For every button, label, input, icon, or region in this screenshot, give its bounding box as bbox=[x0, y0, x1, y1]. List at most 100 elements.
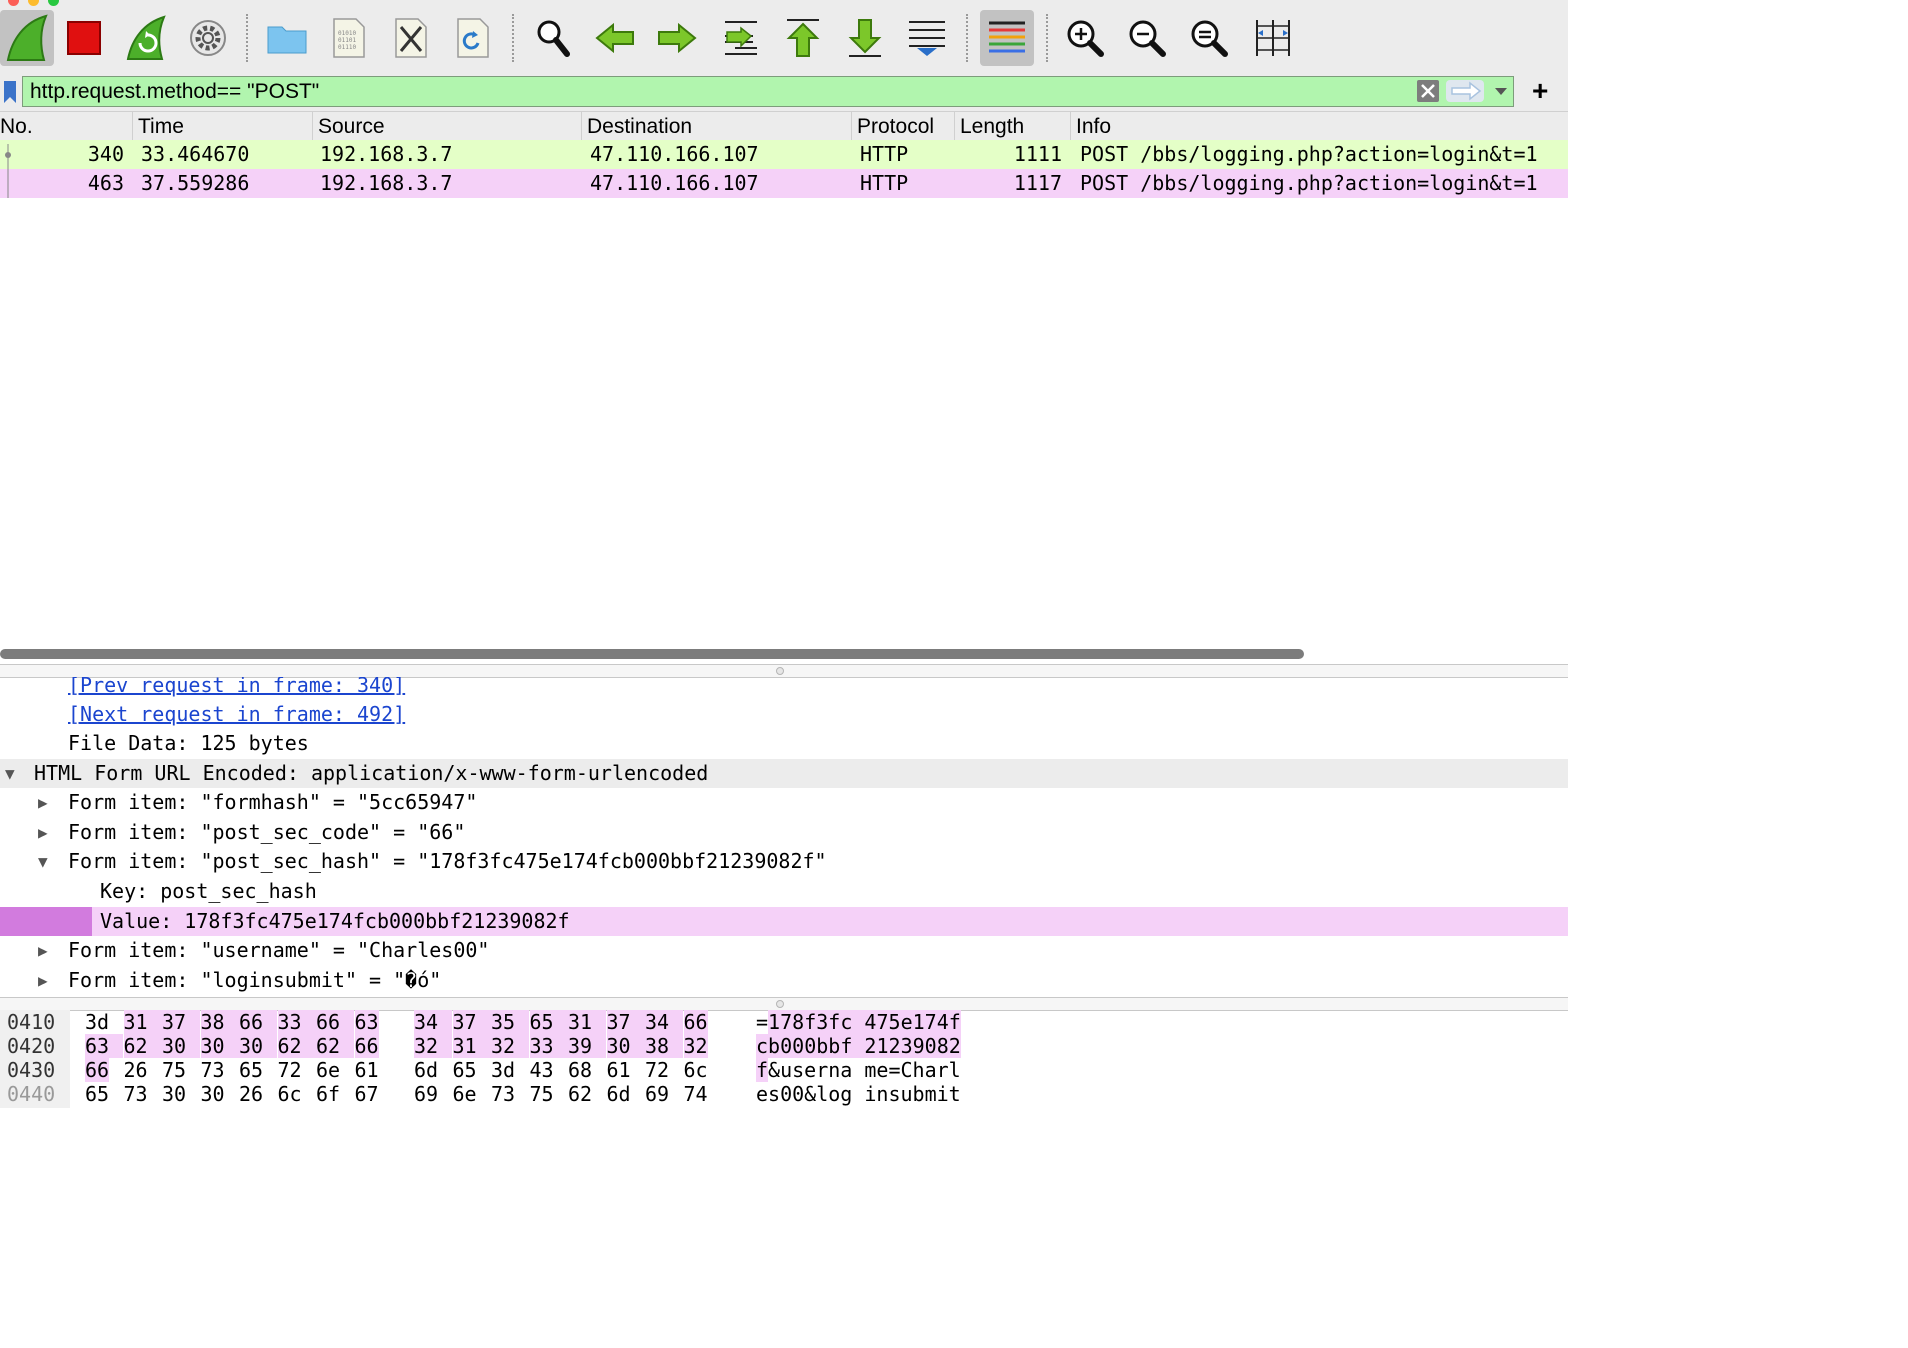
hex-ascii[interactable]: es00&log insubmit bbox=[756, 1082, 961, 1106]
hex-byte[interactable]: 69 bbox=[414, 1082, 438, 1106]
close-file-button[interactable] bbox=[384, 10, 438, 66]
apply-filter-button[interactable] bbox=[1446, 80, 1484, 102]
open-file-button[interactable] bbox=[260, 10, 314, 66]
bookmark-icon[interactable] bbox=[3, 80, 17, 104]
chevron-down-icon[interactable]: ▼ bbox=[5, 759, 15, 788]
hex-row[interactable]: 0410 3d 31 37 38 66 33 66 63 34 37 35 65 31 37 34 66 =178… bbox=[0, 1010, 1568, 1034]
column-header-destination[interactable]: Destination bbox=[581, 112, 851, 141]
detail-key[interactable]: Key: post_sec_hash bbox=[0, 877, 1568, 906]
hex-byte[interactable]: 72 bbox=[278, 1058, 302, 1082]
window-close-dot[interactable] bbox=[8, 0, 19, 6]
column-header-time[interactable]: Time bbox=[132, 112, 312, 141]
hex-byte[interactable]: 30 bbox=[162, 1034, 201, 1058]
hex-byte[interactable]: 31 bbox=[568, 1010, 607, 1034]
colorize-button[interactable] bbox=[980, 10, 1034, 66]
hex-byte[interactable]: 32 bbox=[414, 1034, 453, 1058]
hex-byte[interactable]: 43 bbox=[530, 1058, 554, 1082]
hex-byte[interactable]: 67 bbox=[355, 1082, 379, 1106]
hex-byte[interactable]: 37 bbox=[452, 1010, 491, 1034]
hex-byte[interactable]: 38 bbox=[200, 1010, 239, 1034]
autoscroll-button[interactable] bbox=[900, 10, 954, 66]
hex-byte[interactable]: 75 bbox=[530, 1082, 554, 1106]
hex-row[interactable]: 0440 65 73 30 30 26 6c 6f 67 69 6e 73 75 62 6d 69 74 es00… bbox=[0, 1082, 1568, 1106]
hex-byte[interactable]: 63 bbox=[85, 1034, 124, 1058]
reload-file-button[interactable] bbox=[446, 10, 500, 66]
next-request-link[interactable]: [Next request in frame: 492] bbox=[68, 700, 405, 729]
hex-byte[interactable]: 6c bbox=[684, 1058, 708, 1082]
packet-row[interactable]: 463 37.559286 192.168.3.7 47.110.166.107… bbox=[0, 169, 1568, 198]
hex-byte[interactable]: 37 bbox=[606, 1010, 645, 1034]
hex-byte[interactable]: 34 bbox=[414, 1010, 453, 1034]
go-last-button[interactable] bbox=[838, 10, 892, 66]
hex-byte[interactable]: 66 bbox=[683, 1010, 708, 1034]
zoom-in-button[interactable] bbox=[1058, 10, 1112, 66]
hex-byte[interactable]: 68 bbox=[568, 1058, 592, 1082]
hex-byte[interactable]: 75 bbox=[162, 1058, 186, 1082]
hex-byte[interactable]: 30 bbox=[162, 1082, 186, 1106]
clear-filter-icon[interactable] bbox=[1416, 79, 1440, 103]
hex-byte[interactable]: 62 bbox=[123, 1034, 162, 1058]
hex-byte[interactable]: 63 bbox=[354, 1010, 379, 1034]
column-header-info[interactable]: Info bbox=[1070, 112, 1568, 141]
hex-row[interactable]: 0430 66 26 75 73 65 72 6e 61 6d 65 3d 43 68 61 72 6c f&us… bbox=[0, 1058, 1568, 1082]
hex-byte[interactable]: 6f bbox=[316, 1082, 340, 1106]
resize-columns-button[interactable] bbox=[1246, 10, 1300, 66]
chevron-right-icon[interactable]: ▶ bbox=[38, 936, 48, 965]
hex-byte[interactable]: 65 bbox=[239, 1058, 263, 1082]
pane-splitter[interactable] bbox=[0, 664, 1568, 678]
find-packet-button[interactable] bbox=[526, 10, 580, 66]
column-header-no[interactable]: No. bbox=[0, 112, 132, 141]
zoom-out-button[interactable] bbox=[1120, 10, 1174, 66]
hex-byte[interactable]: 74 bbox=[684, 1082, 708, 1106]
hex-byte[interactable]: 6d bbox=[414, 1058, 438, 1082]
hex-byte[interactable]: 33 bbox=[529, 1034, 568, 1058]
hex-ascii[interactable]: =178f3fc 475e174f bbox=[756, 1010, 961, 1034]
detail-form-item[interactable]: ▼ Form item: "post_sec_hash" = "178f3fc4… bbox=[0, 847, 1568, 876]
hex-byte[interactable]: 6e bbox=[316, 1058, 340, 1082]
hex-byte[interactable]: 6c bbox=[278, 1082, 302, 1106]
hex-byte[interactable]: 30 bbox=[606, 1034, 645, 1058]
hex-byte[interactable]: 73 bbox=[124, 1082, 148, 1106]
hex-byte[interactable]: 66 bbox=[316, 1010, 355, 1034]
filter-history-dropdown-icon[interactable] bbox=[1494, 87, 1508, 97]
column-header-length[interactable]: Length bbox=[954, 112, 1070, 141]
hex-byte[interactable]: 35 bbox=[491, 1010, 530, 1034]
hex-byte[interactable]: 31 bbox=[123, 1010, 162, 1034]
hex-byte[interactable]: 62 bbox=[568, 1082, 592, 1106]
hex-byte[interactable]: 65 bbox=[529, 1010, 568, 1034]
hex-byte[interactable]: 31 bbox=[452, 1034, 491, 1058]
hex-byte[interactable]: 32 bbox=[683, 1034, 708, 1058]
hex-byte[interactable]: 66 bbox=[239, 1010, 278, 1034]
detail-prev-request[interactable]: [Prev request in frame: 340] bbox=[0, 677, 1568, 700]
hex-byte[interactable]: 30 bbox=[200, 1034, 239, 1058]
splitter-handle[interactable] bbox=[776, 1000, 784, 1008]
hex-byte[interactable]: 3d bbox=[491, 1058, 515, 1082]
stop-capture-button[interactable] bbox=[57, 10, 111, 66]
hex-byte[interactable]: 66 bbox=[354, 1034, 379, 1058]
column-header-source[interactable]: Source bbox=[312, 112, 581, 141]
hex-byte[interactable]: 73 bbox=[201, 1058, 225, 1082]
pane-splitter[interactable] bbox=[0, 997, 1568, 1011]
chevron-right-icon[interactable]: ▶ bbox=[38, 818, 48, 847]
prev-request-link[interactable]: [Prev request in frame: 340] bbox=[68, 677, 405, 700]
hex-byte[interactable]: 69 bbox=[645, 1082, 669, 1106]
hex-ascii[interactable]: cb000bbf 21239082 bbox=[756, 1034, 961, 1058]
splitter-handle[interactable] bbox=[776, 667, 784, 675]
hex-byte[interactable]: 26 bbox=[239, 1082, 263, 1106]
hex-byte[interactable]: 30 bbox=[239, 1034, 278, 1058]
hex-byte[interactable]: 6d bbox=[607, 1082, 631, 1106]
hex-ascii[interactable]: f&userna me=Charl bbox=[756, 1058, 961, 1082]
hex-byte[interactable]: 32 bbox=[491, 1034, 530, 1058]
hex-byte[interactable]: 34 bbox=[645, 1010, 684, 1034]
detail-form-item[interactable]: ▶ Form item: "post_sec_code" = "66" bbox=[0, 818, 1568, 847]
hex-byte[interactable]: 65 bbox=[85, 1082, 109, 1106]
hex-byte[interactable]: 66 bbox=[85, 1058, 110, 1082]
hex-byte[interactable]: 37 bbox=[162, 1010, 201, 1034]
detail-form-header[interactable]: ▼ HTML Form URL Encoded: application/x-w… bbox=[0, 759, 1568, 788]
hex-row[interactable]: 0420 63 62 30 30 30 62 62 66 32 31 32 33 39 30 38 32 cb00… bbox=[0, 1034, 1568, 1058]
normal-size-button[interactable] bbox=[1182, 10, 1236, 66]
hex-byte[interactable]: 73 bbox=[491, 1082, 515, 1106]
chevron-right-icon[interactable]: ▶ bbox=[38, 788, 48, 817]
hex-byte[interactable]: 62 bbox=[277, 1034, 316, 1058]
go-forward-button[interactable] bbox=[650, 10, 704, 66]
